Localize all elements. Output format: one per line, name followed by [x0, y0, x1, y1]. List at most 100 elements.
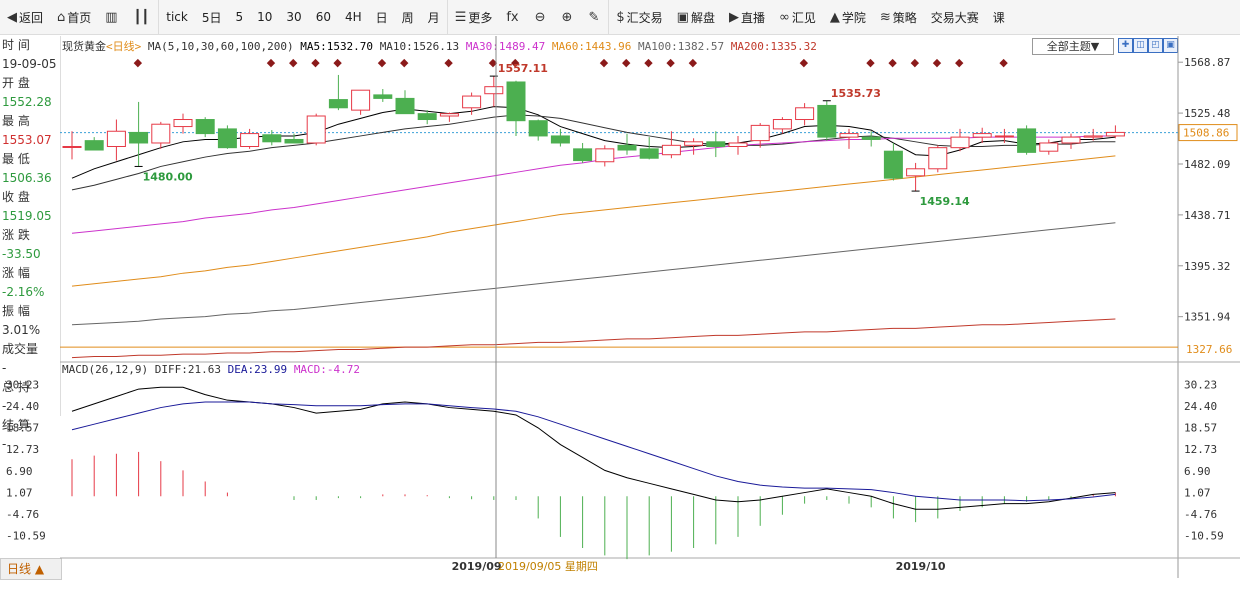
price-tick-label: 1525.48 [1184, 107, 1230, 120]
price-tick-label: 1351.94 [1184, 311, 1231, 324]
candle-body [395, 97, 415, 115]
candle-body [861, 136, 881, 140]
candle-body [595, 148, 615, 163]
macd-tick-label: 1.07 [1184, 486, 1211, 499]
ma200-line [71, 318, 1116, 359]
price-tick-label: 1395.32 [1184, 260, 1230, 273]
event-marker-icon: ◆ [999, 56, 1008, 69]
candle-body [173, 119, 193, 128]
diff-line [71, 386, 1116, 510]
event-marker-icon: ◆ [933, 56, 942, 69]
candle-body [528, 120, 548, 137]
event-marker-icon: ◆ [911, 56, 920, 69]
candle-body [195, 119, 215, 135]
candle-body [795, 107, 815, 121]
candle-body [240, 133, 260, 148]
macd-left-tick-label: -4.76 [6, 508, 39, 521]
price-annotation: 1480.00 [143, 170, 193, 183]
event-marker-icon: ◆ [267, 56, 276, 69]
event-marker-icon: ◆ [800, 56, 809, 69]
candle-body [750, 124, 770, 142]
candle-body [972, 133, 992, 138]
time-axis-label: 2019/10 [896, 560, 946, 573]
price-annotation: 1535.73 [831, 87, 881, 100]
candle-body [217, 128, 237, 149]
candle-body [351, 89, 371, 111]
event-marker-icon: ◆ [666, 56, 675, 69]
macd-tick-label: 24.40 [1184, 400, 1217, 413]
ma10-line [71, 114, 1116, 191]
candle-body [617, 144, 637, 151]
candle-body [728, 142, 748, 148]
event-marker-icon: ◆ [622, 56, 631, 69]
candle-body [706, 141, 726, 148]
macd-tick-label: -4.76 [1184, 508, 1217, 521]
price-tick-label: 1568.87 [1184, 56, 1230, 69]
event-marker-icon: ◆ [444, 56, 453, 69]
macd-left-tick-label: 30.23 [6, 379, 39, 392]
price-tick-label: 1438.71 [1184, 209, 1230, 222]
candle-body [462, 95, 482, 109]
candle-body [817, 104, 837, 138]
candle-body [262, 134, 282, 143]
event-marker-icon: ◆ [378, 56, 387, 69]
candle-body [639, 148, 659, 159]
ma100-line [71, 222, 1116, 326]
macd-left-tick-label: 24.40 [6, 400, 39, 413]
macd-tick-label: 12.73 [1184, 443, 1217, 456]
candle-body [484, 86, 504, 95]
event-marker-icon: ◆ [311, 56, 320, 69]
event-marker-icon: ◆ [600, 56, 609, 69]
current-price-label: 1508.86 [1183, 127, 1229, 140]
candle-body [883, 150, 903, 179]
candle-body [950, 136, 970, 149]
candle-body [84, 140, 104, 151]
price-tick-label: 1482.09 [1184, 158, 1230, 171]
candle-body [417, 113, 437, 121]
candle-body [573, 148, 593, 162]
event-marker-icon: ◆ [689, 56, 698, 69]
event-marker-icon: ◆ [134, 56, 143, 69]
price-annotation: 1459.14 [920, 195, 970, 208]
candle-body [373, 94, 393, 99]
macd-tick-label: 30.23 [1184, 379, 1217, 392]
candle-body [1039, 142, 1059, 152]
candle-body [129, 131, 149, 144]
macd-left-tick-label: 1.07 [6, 486, 33, 499]
macd-tick-label: 6.90 [1184, 465, 1211, 478]
candle-body [839, 133, 859, 138]
ma200-level-label: 1327.66 [1186, 343, 1232, 356]
time-axis-label: 2019/09 [452, 560, 502, 573]
candle-body [928, 147, 948, 170]
candle-body [106, 130, 126, 147]
candle-body [1105, 131, 1125, 137]
price-annotation: 1557.11 [498, 62, 548, 75]
dea-line [71, 401, 1116, 502]
candle-body [550, 135, 570, 144]
chart-canvas[interactable]: 1568.87 1525.48 1482.09 1438.71 1395.32 1351.… [0, 0, 1240, 596]
candle-body [506, 81, 526, 122]
candle-body [1017, 128, 1037, 153]
crosshair-date-label: 2019/09/05 星期四 [498, 560, 598, 573]
candle-body [62, 146, 82, 148]
event-marker-icon: ◆ [644, 56, 653, 69]
event-marker-icon: ◆ [333, 56, 342, 69]
macd-left-tick-label: 12.73 [6, 443, 39, 456]
candle-body [151, 123, 171, 144]
event-marker-icon: ◆ [289, 56, 298, 69]
candle-body [1083, 135, 1103, 138]
candle-body [439, 113, 459, 117]
candle-body [306, 115, 326, 144]
event-marker-icon: ◆ [888, 56, 897, 69]
candle-body [772, 119, 792, 130]
macd-left-tick-label: 6.90 [6, 465, 33, 478]
candle-body [684, 141, 704, 146]
candle-body [284, 138, 304, 144]
candle-body [994, 135, 1014, 138]
event-marker-icon: ◆ [955, 56, 964, 69]
event-marker-icon: ◆ [400, 56, 409, 69]
ma60-line [71, 155, 1116, 287]
event-marker-icon: ◆ [866, 56, 875, 69]
macd-tick-label: -10.59 [1184, 529, 1224, 542]
macd-left-tick-label: 18.57 [6, 422, 39, 435]
